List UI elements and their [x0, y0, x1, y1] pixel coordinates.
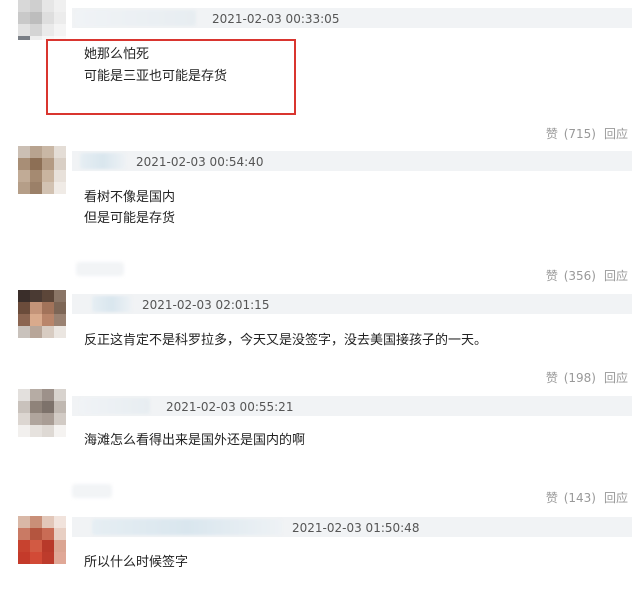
- avatar[interactable]: [18, 146, 66, 194]
- avatar[interactable]: [18, 0, 66, 40]
- reply-button[interactable]: 回应: [604, 269, 628, 283]
- avatar[interactable]: [18, 290, 66, 338]
- like-button[interactable]: 赞 (143): [544, 491, 596, 505]
- comment-text-line: 海滩怎么看得出来是国外还是国内的啊: [84, 433, 306, 448]
- reply-button[interactable]: 回应: [604, 371, 628, 385]
- username[interactable]: [80, 398, 150, 414]
- comment-text-line: 所以什么时候签字: [84, 555, 189, 570]
- comment-timestamp: 2021-02-03 00:55:21: [166, 400, 294, 414]
- username[interactable]: [92, 519, 282, 535]
- blurred-text: [76, 262, 124, 276]
- like-button[interactable]: 赞 (198): [544, 371, 596, 385]
- username[interactable]: [92, 296, 132, 312]
- comment-text-line: 反正这肯定不是科罗拉多，今天又是没签字，没去美国接孩子的一天。: [84, 333, 488, 348]
- username[interactable]: [76, 10, 196, 26]
- like-button[interactable]: 赞 (356): [544, 269, 596, 283]
- comment-actions: 赞 (198) 回应: [542, 371, 628, 385]
- comment-actions: 赞 (143) 回应: [542, 491, 628, 505]
- comment-text-line: 看树不像是国内: [84, 190, 176, 205]
- highlight-box: [46, 39, 296, 115]
- comment-timestamp: 2021-02-03 00:33:05: [212, 12, 340, 26]
- blurred-text: [72, 484, 112, 498]
- reply-button[interactable]: 回应: [604, 491, 628, 505]
- comment-actions: 赞 (356) 回应: [542, 269, 628, 283]
- comment-timestamp: 2021-02-03 00:54:40: [136, 155, 264, 169]
- username[interactable]: [80, 153, 126, 169]
- avatar[interactable]: [18, 389, 66, 437]
- comment-timestamp: 2021-02-03 01:50:48: [292, 521, 420, 535]
- avatar[interactable]: [18, 516, 66, 564]
- comment-header: [72, 396, 632, 416]
- like-button[interactable]: 赞 (715): [544, 127, 596, 141]
- comment-timestamp: 2021-02-03 02:01:15: [142, 298, 270, 312]
- comment-text-line: 但是可能是存货: [84, 211, 176, 226]
- comment-actions: 赞 (715) 回应: [542, 127, 628, 141]
- reply-button[interactable]: 回应: [604, 127, 628, 141]
